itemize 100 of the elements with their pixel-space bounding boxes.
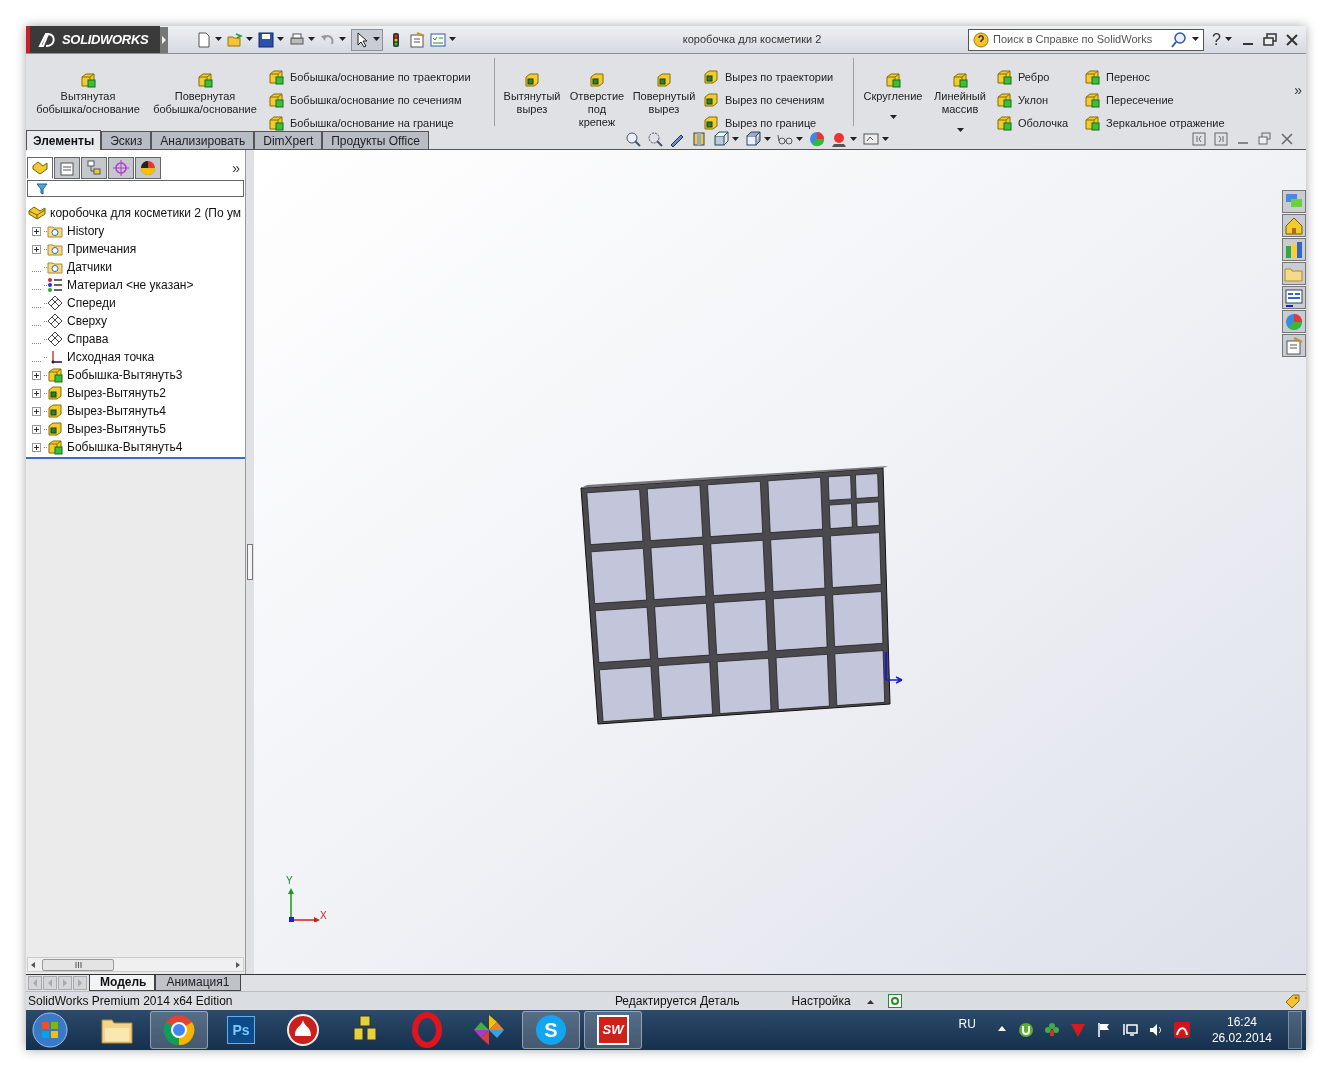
clock-date[interactable]: 26.02.2014 [1211,1030,1272,1046]
ribbon-button[interactable]: Скругление [858,68,928,120]
task-pane-tab[interactable] [1282,334,1306,357]
show-desktop-button[interactable] [1288,1011,1302,1049]
tree-item[interactable]: Примечания [67,240,137,258]
checklist-icon[interactable] [430,31,446,48]
cube-icon[interactable] [744,131,761,147]
expand-toggle[interactable] [32,406,41,416]
language-indicator[interactable]: RU [958,1015,976,1033]
save-icon[interactable] [258,31,274,48]
tree-item[interactable]: Датчики [67,258,112,276]
tile-left-button[interactable] [1192,132,1206,146]
task-pane-tab[interactable] [1282,286,1306,309]
zoom-area-icon[interactable] [646,131,663,147]
ribbon-button[interactable]: Уклон [996,91,1080,109]
ribbon-button[interactable]: Бобышка/основание по траектории [268,68,490,86]
caret-up-icon[interactable] [866,998,874,1004]
search-bar[interactable]: Поиск в Справке по SolidWorks [968,28,1205,51]
ribbon-button[interactable]: Вытянутая бобышка/основание [30,68,146,116]
tree-item[interactable]: Спереди [67,294,116,312]
expand-toggle[interactable] [32,370,41,380]
clipboard-icon[interactable] [409,31,425,48]
taskbar-button[interactable] [150,1011,208,1049]
speaker-icon[interactable] [1147,1022,1164,1038]
close-button[interactable] [1284,31,1300,48]
clock-time[interactable]: 16:24 [1226,1014,1257,1030]
ribbon-button[interactable]: Вытянутый вырез [499,68,565,116]
ribbon-button[interactable]: Ребро [996,68,1080,86]
box-model-drawing[interactable] [580,466,891,725]
expand-toggle[interactable] [32,226,41,236]
tile-right-button[interactable] [1214,132,1228,146]
filter-field[interactable] [27,180,244,197]
panel-tab[interactable] [81,157,107,179]
settings-button[interactable]: Настройка [791,992,874,1010]
cube-icon[interactable] [712,131,729,147]
splitter-handle[interactable] [247,544,253,580]
tree-item[interactable]: коробочка для косметики 2 (По ум [50,204,242,222]
section-icon[interactable] [690,131,707,147]
expand-toggle[interactable] [32,424,41,434]
restore-button[interactable] [1262,31,1278,48]
taskbar-button[interactable]: SW [584,1011,642,1049]
tree-item[interactable]: Вырез-Вытянуть5 [67,420,166,438]
expand-toggle[interactable] [32,244,41,254]
ribbon-button[interactable]: Перенос [1084,68,1240,86]
scrollbar-thumb[interactable] [42,958,114,971]
command-tab[interactable]: Элементы [26,130,102,150]
more-button[interactable]: » [232,157,240,179]
network-icon[interactable] [1121,1022,1138,1038]
expand-toggle[interactable] [32,388,41,398]
panel-tab[interactable] [54,157,80,179]
clover-icon[interactable] [1043,1022,1060,1038]
new-document-icon[interactable] [196,31,212,48]
command-tab[interactable]: Анализировать [151,131,255,149]
help-button[interactable]: ? [1212,27,1232,52]
ribbon-button[interactable]: Повернутый вырез [629,68,699,116]
tree-item[interactable]: Исходная точка [67,348,155,366]
help-bubble-icon [973,31,990,48]
tree-item[interactable]: Справа [67,330,109,348]
tree-item[interactable]: History [67,222,105,240]
panel-tab[interactable] [135,157,161,179]
tree-item[interactable]: Вырез-Вытянуть2 [67,384,166,402]
command-tab[interactable]: Эскиз [101,131,152,149]
open-folder-icon[interactable] [227,31,243,48]
select-button[interactable] [351,28,383,51]
horizontal-scrollbar[interactable] [27,957,244,972]
expand-toggle[interactable] [32,442,41,452]
taskbar-button[interactable]: Ps [212,1011,270,1049]
ribbon-button[interactable]: Вырез по траектории [703,68,849,86]
panel-tab[interactable] [27,157,53,179]
tag-icon[interactable] [1284,993,1300,1009]
tree-item[interactable]: Бобышка-Вытянуть4 [67,438,183,456]
printer-icon[interactable] [289,31,305,48]
help-icon[interactable] [887,994,902,1008]
ribbon-button[interactable]: Повернутая бобышка/основание [146,68,264,116]
model-tab[interactable]: Анимация1 [155,975,241,991]
ribbon-button[interactable]: Бобышка/основание по сечениям [268,91,490,109]
pointer-icon[interactable] [354,31,370,48]
scene-ball-icon[interactable] [830,131,847,147]
more-button[interactable]: » [1294,80,1302,101]
search-field[interactable]: Поиск в Справке по SolidWorks [993,31,1167,48]
ribbon-button[interactable]: Вырез по границе [703,114,849,132]
crosshair-icon [112,159,130,177]
command-tab[interactable]: Продукты Office [322,131,429,149]
torrent-icon[interactable] [1017,1022,1034,1038]
status-text: SolidWorks Premium 2014 x64 Edition [27,993,233,1010]
command-tab[interactable]: DimXpert [254,131,323,149]
tree-item[interactable]: Вырез-Вытянуть4 [67,402,166,420]
tree-item[interactable]: Материал <не указан> [67,276,194,294]
ribbon-button[interactable]: Пересечение [1084,91,1240,109]
monitor-icon[interactable] [862,131,879,147]
start-button[interactable] [30,1010,70,1050]
tree-item[interactable]: Бобышка-Вытянуть3 [67,366,183,384]
model-tab[interactable]: Модель [89,975,155,991]
flag-icon[interactable] [1095,1022,1112,1038]
umbrella-logo-icon[interactable] [1173,1022,1190,1038]
ribbon-button[interactable]: Вырез по сечениям [703,91,849,109]
tree-item[interactable]: Сверху [67,312,108,330]
ribbon-button[interactable]: Отверстие под крепеж [565,68,629,129]
zoom-icon[interactable] [624,131,641,147]
color-ball-icon[interactable] [808,131,825,147]
